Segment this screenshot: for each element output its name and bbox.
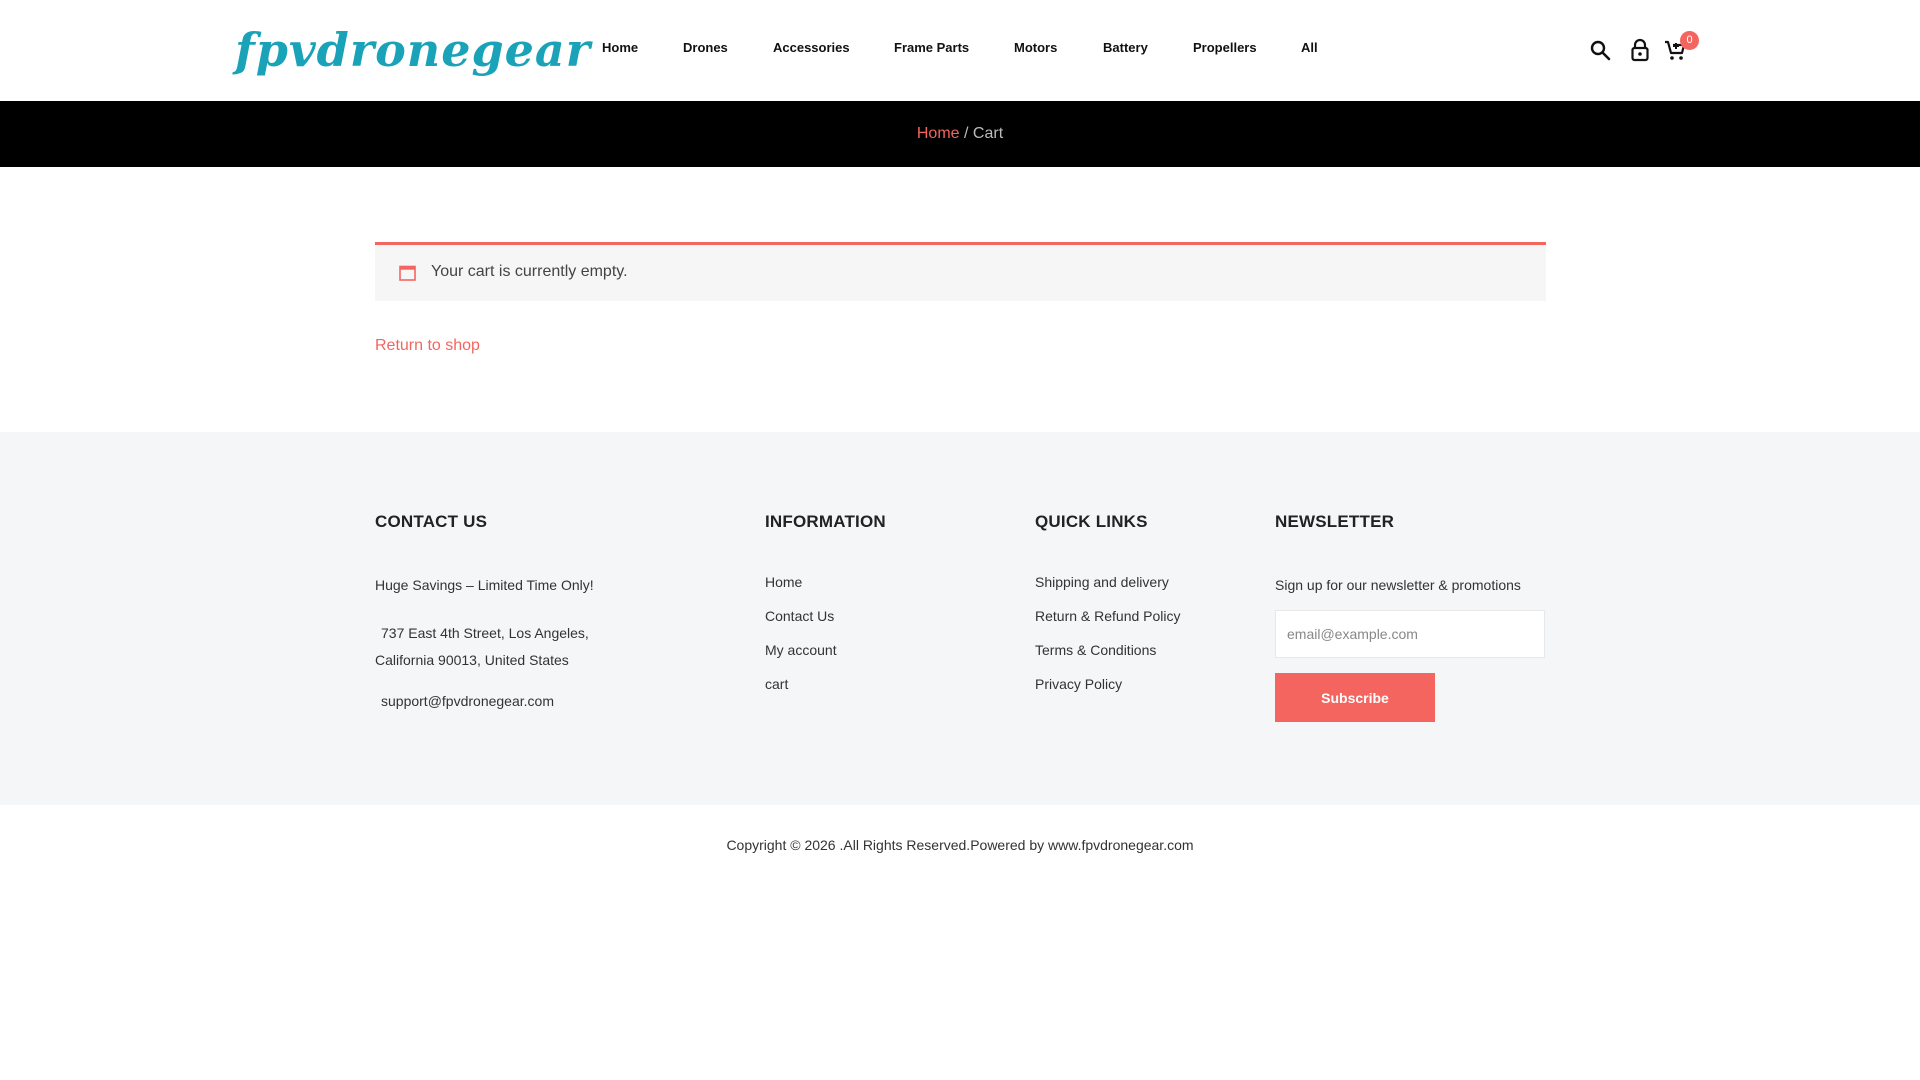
cart-empty-notice: Your cart is currently empty. xyxy=(375,242,1546,301)
nav-item-propellers[interactable]: Propellers xyxy=(1193,40,1257,55)
footer-contact-tagline: Huge Savings – Limited Time Only! xyxy=(375,577,594,593)
breadcrumb-home-link[interactable]: Home xyxy=(917,125,960,142)
breadcrumb: Home / Cart xyxy=(0,101,1920,167)
nav-item-battery[interactable]: Battery xyxy=(1103,40,1148,55)
return-to-shop-link[interactable]: Return to shop xyxy=(375,337,480,355)
calendar-icon xyxy=(399,265,416,281)
nav-item-drones[interactable]: Drones xyxy=(683,40,728,55)
breadcrumb-separator: / xyxy=(964,125,969,142)
cart-count-badge: 0 xyxy=(1680,31,1699,50)
footer-link-privacy[interactable]: Privacy Policy xyxy=(1035,676,1122,692)
footer-information-title: INFORMATION xyxy=(765,512,886,531)
site-footer: CONTACT US Huge Savings – Limited Time O… xyxy=(0,432,1920,805)
lock-icon[interactable] xyxy=(1628,38,1652,62)
footer-link-refund-policy[interactable]: Return & Refund Policy xyxy=(1035,608,1181,624)
footer-link-my-account[interactable]: My account xyxy=(765,642,837,658)
nav-item-accessories[interactable]: Accessories xyxy=(773,40,850,55)
site-header: fpvdronegear Home Drones Accessories Fra… xyxy=(0,0,1920,100)
footer-link-shipping[interactable]: Shipping and delivery xyxy=(1035,574,1169,590)
copyright-text: Copyright © 2026 .All Rights Reserved.Po… xyxy=(726,837,1194,853)
footer-quick-links-title: QUICK LINKS xyxy=(1035,512,1148,531)
breadcrumb-current: Cart xyxy=(972,125,1004,142)
nav-item-all[interactable]: All xyxy=(1301,40,1318,55)
footer-contact-title: CONTACT US xyxy=(375,512,488,531)
footer-address-line1: 737 East 4th Street, Los Angeles, xyxy=(381,625,589,641)
nav-item-frame-parts[interactable]: Frame Parts xyxy=(894,40,969,55)
newsletter-description: Sign up for our newsletter & promotions xyxy=(1275,577,1521,593)
footer-newsletter-title: NEWSLETTER xyxy=(1275,512,1395,531)
footer-link-terms[interactable]: Terms & Conditions xyxy=(1035,642,1156,658)
footer-link-contact-us[interactable]: Contact Us xyxy=(765,608,834,624)
newsletter-email-input[interactable] xyxy=(1275,610,1545,658)
footer-contact-email[interactable]: support@fpvdronegear.com xyxy=(381,688,554,715)
nav-item-home[interactable]: Home xyxy=(602,40,638,55)
nav-item-motors[interactable]: Motors xyxy=(1014,40,1057,55)
subscribe-button[interactable]: Subscribe xyxy=(1275,673,1435,722)
footer-address-line2: California 90013, United States xyxy=(375,652,569,668)
footer-link-home[interactable]: Home xyxy=(765,574,802,590)
search-icon[interactable] xyxy=(1588,38,1612,62)
cart-empty-message: Your cart is currently empty. xyxy=(431,263,628,280)
footer-link-cart[interactable]: cart xyxy=(765,676,788,692)
